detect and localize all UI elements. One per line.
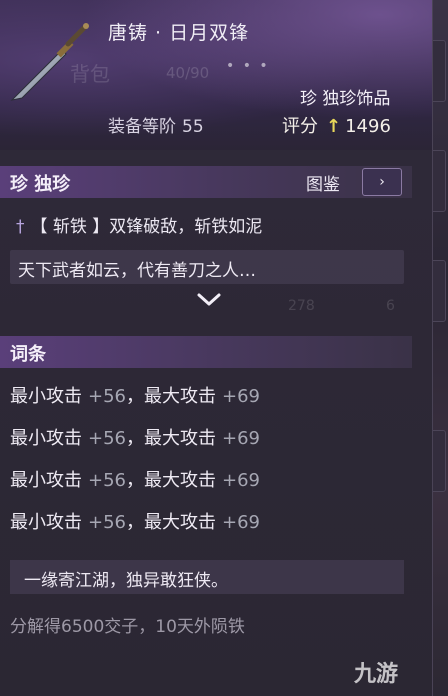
- chevron-right-icon: ›: [379, 174, 385, 190]
- affix-row: 最小攻击 +56，最大攻击 +69: [10, 512, 260, 533]
- chevron-down-icon[interactable]: [196, 292, 222, 308]
- max-attack-value: +69: [222, 428, 260, 449]
- min-attack-label: 最小攻击: [10, 512, 82, 533]
- min-attack-label: 最小攻击: [10, 428, 82, 449]
- affix-row: 最小攻击 +56，最大攻击 +69: [10, 470, 260, 491]
- item-tooltip: 唐铸 · 日月双锋 背包 40/90 • • • 珍 独珍饰品 装备等阶 55 评…: [0, 0, 433, 696]
- max-attack-label: 最大攻击: [144, 470, 216, 491]
- affix-row: 最小攻击 +56，最大攻击 +69: [10, 386, 260, 407]
- bag-capacity: 40/90: [166, 64, 210, 82]
- max-attack-label: 最大攻击: [144, 428, 216, 449]
- score-value: 1496: [345, 116, 391, 137]
- min-attack-label: 最小攻击: [10, 386, 82, 407]
- arrow-up-icon: ↑: [326, 116, 342, 137]
- affix-row: 最小攻击 +56，最大攻击 +69: [10, 428, 260, 449]
- rarity-section-bar: 珍 独珍 图鉴 ›: [0, 166, 412, 198]
- affix-section-title: 词条: [10, 344, 46, 365]
- decompose-text: 分解得6500交子，10天外陨铁: [10, 617, 245, 637]
- background-number: 278: [288, 298, 315, 314]
- min-attack-label: 最小攻击: [10, 470, 82, 491]
- motto-text: 一缘寄江湖，独异敢狂侠。: [24, 571, 228, 591]
- skill-text: 【 斩铁 】双锋破敌，斩铁如泥: [30, 217, 263, 237]
- dagger-icon: †: [16, 217, 25, 237]
- watermark-logo: 九游: [354, 656, 398, 688]
- max-attack-value: +69: [222, 470, 260, 491]
- background-number: 6: [386, 298, 395, 314]
- score-label: 评分: [282, 116, 318, 137]
- min-attack-value: +56: [88, 512, 126, 533]
- equip-level-value: 55: [182, 117, 204, 137]
- affix-section-bar: 词条: [0, 336, 412, 368]
- catalog-button[interactable]: ›: [362, 168, 402, 196]
- equip-level-label: 装备等阶: [108, 117, 176, 137]
- min-attack-value: +56: [88, 428, 126, 449]
- watermark-text: 九游: [354, 662, 399, 687]
- rarity-section-title: 珍 独珍: [10, 174, 71, 195]
- max-attack-label: 最大攻击: [144, 386, 216, 407]
- skill-line: † 【 斩铁 】双锋破敌，斩铁如泥: [16, 212, 262, 237]
- max-attack-value: +69: [222, 386, 260, 407]
- catalog-label[interactable]: 图鉴: [306, 170, 340, 195]
- max-attack-value: +69: [222, 512, 260, 533]
- max-attack-label: 最大攻击: [144, 512, 216, 533]
- item-name: 唐铸 · 日月双锋: [108, 22, 250, 44]
- rarity-tag: 珍 独珍饰品: [300, 89, 391, 109]
- score: 评分 ↑ 1496: [282, 112, 391, 138]
- bag-label: 背包: [70, 62, 110, 86]
- flavor-text: 天下武者如云，代有善刀之人…: [18, 261, 256, 281]
- motto-box: 一缘寄江湖，独异敢狂侠。: [10, 560, 404, 594]
- min-attack-value: +56: [88, 470, 126, 491]
- min-attack-value: +56: [88, 386, 126, 407]
- pagination-dots: • • •: [226, 58, 270, 74]
- flavor-box: 天下武者如云，代有善刀之人…: [10, 250, 404, 284]
- item-header: 唐铸 · 日月双锋 背包 40/90 • • • 珍 独珍饰品 装备等阶 55 评…: [0, 0, 432, 150]
- equip-level: 装备等阶 55: [108, 112, 204, 137]
